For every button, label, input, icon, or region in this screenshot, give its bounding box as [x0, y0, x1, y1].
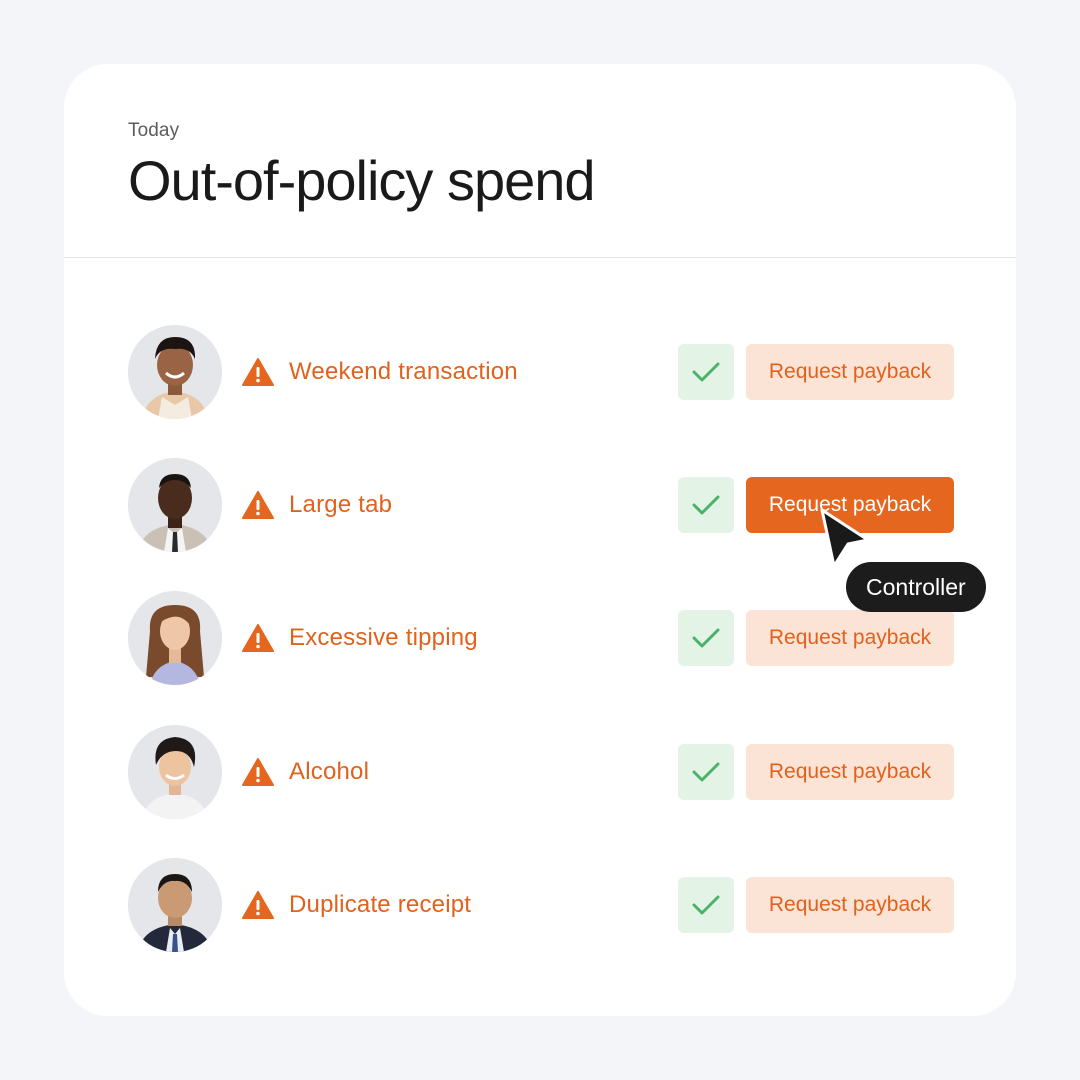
check-icon [692, 362, 720, 382]
request-payback-button[interactable]: Request payback [746, 877, 954, 933]
approve-button[interactable] [678, 477, 734, 533]
violation-label: Alcohol [289, 758, 370, 785]
avatar [128, 725, 222, 819]
warning-icon [242, 758, 274, 786]
date-label: Today [128, 120, 180, 141]
violation-label: Duplicate receipt [289, 891, 472, 918]
avatar [128, 858, 222, 952]
page-title: Out-of-policy spend [128, 149, 596, 212]
check-icon [692, 628, 720, 648]
request-payback-button[interactable]: Request payback [746, 344, 954, 400]
approve-button[interactable] [678, 877, 734, 933]
list-item: Duplicate receipt Request payback [128, 857, 954, 953]
warning-icon [242, 491, 274, 519]
violation-label: Large tab [289, 491, 393, 518]
card-header: Today Out-of-policy spend [64, 64, 1016, 258]
list-item: Alcohol Request payback [128, 724, 954, 820]
approve-button[interactable] [678, 744, 734, 800]
approve-button[interactable] [678, 610, 734, 666]
request-payback-button[interactable]: Request payback [746, 610, 954, 666]
avatar [128, 458, 222, 552]
list-item: Excessive tipping Request payback [128, 590, 954, 686]
warning-icon [242, 624, 274, 652]
check-icon [692, 762, 720, 782]
warning-icon [242, 891, 274, 919]
check-icon [692, 895, 720, 915]
violation-label: Excessive tipping [289, 624, 478, 651]
list-item: Weekend transaction Request payback [128, 324, 954, 420]
request-payback-button[interactable]: Request payback [746, 744, 954, 800]
avatar [128, 325, 222, 419]
approve-button[interactable] [678, 344, 734, 400]
cursor-tooltip: Controller [846, 562, 986, 612]
avatar [128, 591, 222, 685]
warning-icon [242, 358, 274, 386]
violation-label: Weekend transaction [289, 358, 518, 385]
check-icon [692, 495, 720, 515]
